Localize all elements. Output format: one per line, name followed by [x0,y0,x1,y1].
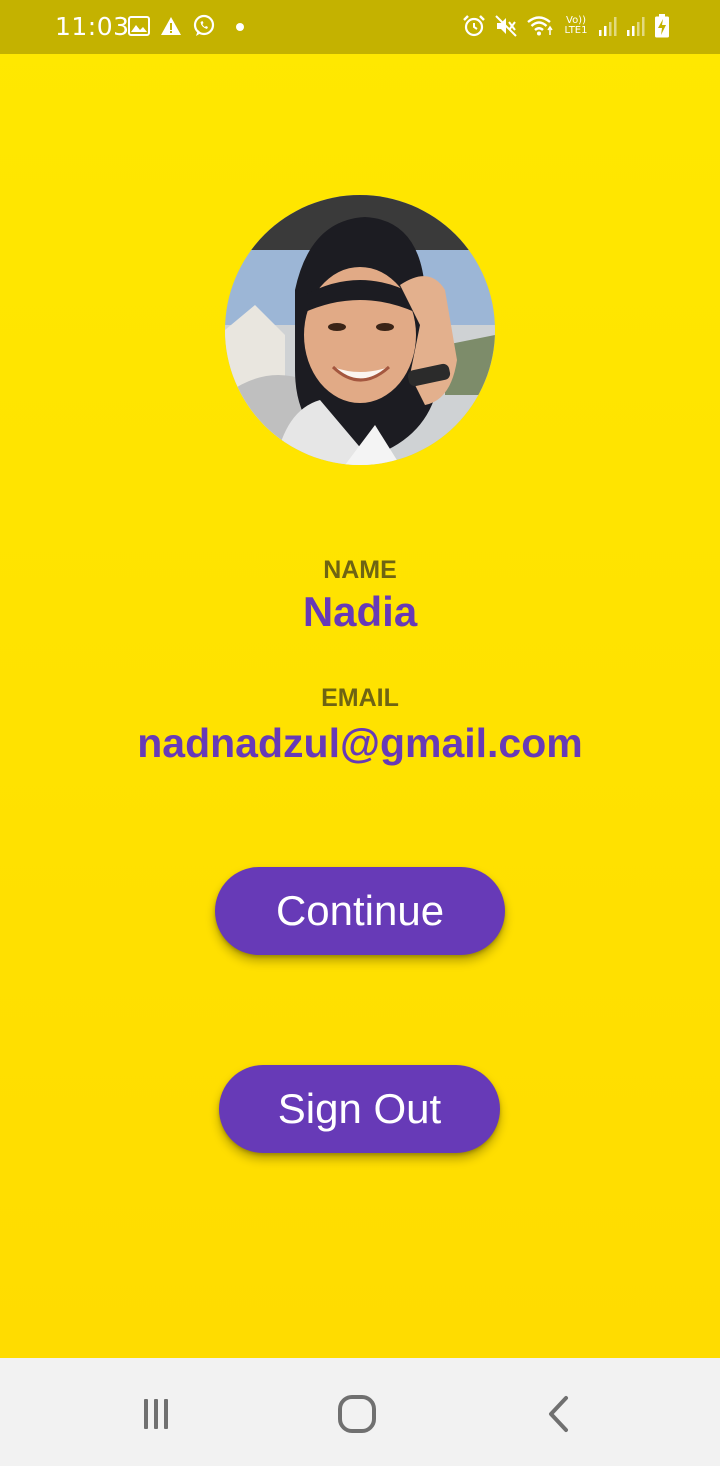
email-value: nadnadzul@gmail.com [137,720,583,766]
battery-charging-icon [655,14,669,38]
name-value: Nadia [302,588,418,635]
status-time: 11:03 [55,12,130,41]
status-left-icons [128,14,250,38]
profile-avatar [225,195,495,465]
dot-icon [236,23,244,31]
alarm-icon [463,15,485,37]
avatar-photo [225,195,495,465]
recents-icon [144,1399,168,1429]
home-icon [338,1395,376,1433]
volte-icon: Vo)) LTE1 [562,16,590,36]
whatsapp-icon [193,14,215,36]
recents-button[interactable] [126,1384,186,1444]
profile-screen: 11:03 Vo)) LTE1 NAME Nadia EMAIL nadnadz… [0,0,720,1466]
back-icon [549,1396,568,1432]
email-label: EMAIL [321,684,399,712]
continue-button[interactable]: Continue [215,867,505,955]
wifi-icon [527,16,553,36]
signal-icon [627,17,645,36]
status-bar: 11:03 Vo)) LTE1 [0,0,720,54]
signal-icon [599,17,617,36]
sign-out-button[interactable]: Sign Out [219,1065,500,1153]
volte-bottom-label: LTE1 [564,25,588,36]
back-button[interactable] [529,1384,589,1444]
name-label: NAME [323,556,397,584]
status-right-icons: Vo)) LTE1 [462,14,670,38]
home-button[interactable] [327,1384,387,1444]
navigation-bar [0,1358,720,1466]
warning-icon [161,17,181,35]
gallery-icon [128,16,150,36]
mute-icon [495,15,517,37]
